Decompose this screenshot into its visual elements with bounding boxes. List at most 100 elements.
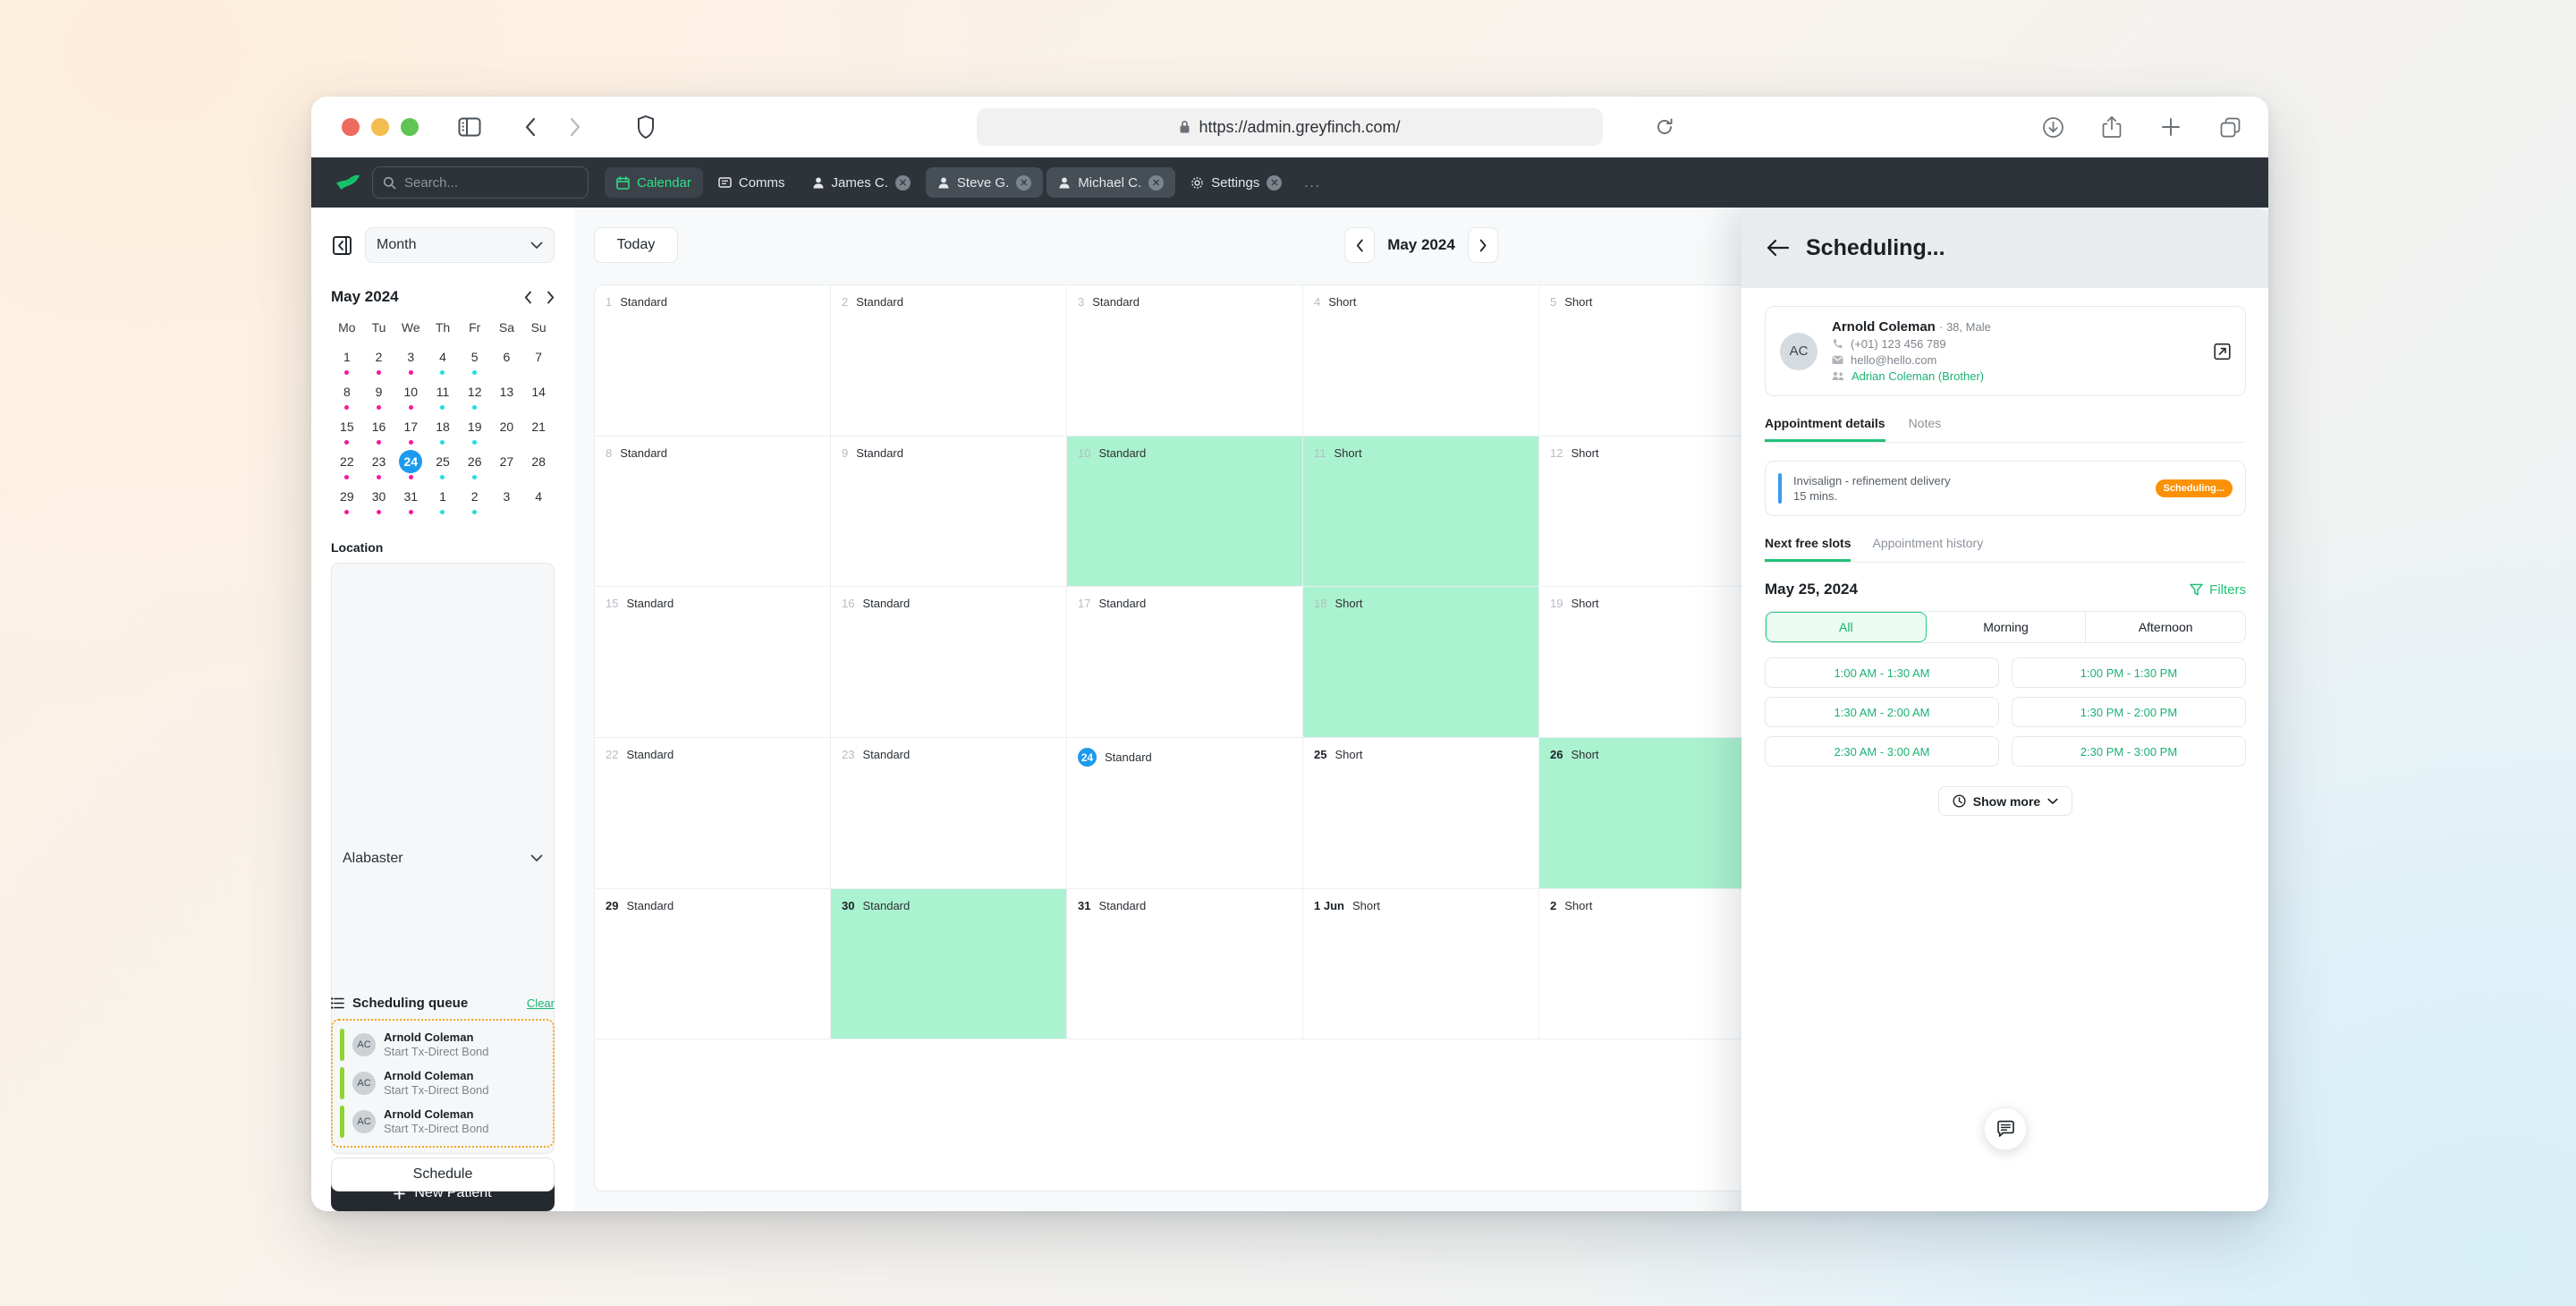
tab-overview-icon[interactable]: [2215, 112, 2245, 142]
segment-morning[interactable]: Morning: [1926, 612, 2087, 642]
segment-afternoon[interactable]: Afternoon: [2086, 612, 2245, 642]
scheduling-queue-item[interactable]: AC Arnold Coleman Start Tx-Direct Bond: [340, 1104, 546, 1140]
calendar-day-cell[interactable]: 26 Short: [1539, 738, 1775, 889]
nav-tab-comms[interactable]: Comms: [707, 167, 797, 198]
calendar-prev-month-button[interactable]: [1344, 227, 1376, 263]
calendar-day-cell[interactable]: 1 Standard: [595, 285, 831, 437]
mini-calendar-day[interactable]: 19: [459, 415, 491, 447]
search-input[interactable]: [404, 174, 578, 191]
calendar-day-cell[interactable]: 17 Standard: [1067, 587, 1303, 738]
nav-tab-settings[interactable]: Settings ✕: [1179, 167, 1293, 198]
today-button[interactable]: Today: [594, 227, 678, 263]
free-slot-button[interactable]: 1:30 PM - 2:00 PM: [2012, 697, 2246, 727]
mini-calendar-day[interactable]: 2: [363, 345, 395, 377]
minimize-window-button[interactable]: [371, 118, 389, 136]
mini-calendar-day[interactable]: 4: [427, 345, 459, 377]
calendar-day-cell[interactable]: 12 Short: [1539, 436, 1775, 588]
show-more-button[interactable]: Show more: [1937, 786, 2073, 816]
mini-calendar-day[interactable]: 27: [491, 450, 523, 482]
mini-calendar-day[interactable]: 31: [394, 485, 427, 517]
free-slot-button[interactable]: 1:00 PM - 1:30 PM: [2012, 657, 2246, 688]
back-icon[interactable]: [515, 112, 546, 142]
mini-calendar-day[interactable]: 9: [363, 380, 395, 412]
mini-calendar-day[interactable]: 6: [491, 345, 523, 377]
maximize-window-button[interactable]: [401, 118, 419, 136]
mini-calendar-day[interactable]: 3: [491, 485, 523, 517]
mini-calendar-day[interactable]: 11: [427, 380, 459, 412]
patient-relation-row[interactable]: Adrian Coleman (Brother): [1832, 369, 1991, 383]
mini-calendar-day[interactable]: 5: [459, 345, 491, 377]
shield-icon[interactable]: [637, 115, 655, 139]
calendar-day-cell[interactable]: 18 Short: [1303, 587, 1539, 738]
back-arrow-icon[interactable]: [1767, 239, 1790, 257]
share-icon[interactable]: [2097, 112, 2127, 142]
calendar-day-cell[interactable]: 10 Standard: [1067, 436, 1303, 588]
close-tab-icon[interactable]: ✕: [894, 174, 911, 191]
clear-queue-button[interactable]: Clear: [527, 996, 555, 1010]
mini-calendar-day[interactable]: 1: [331, 345, 363, 377]
address-bar[interactable]: https://admin.greyfinch.com/: [977, 108, 1603, 146]
close-tab-icon[interactable]: ✕: [1148, 174, 1165, 191]
tab-appointment-details[interactable]: Appointment details: [1765, 416, 1885, 442]
calendar-day-cell[interactable]: 2 Standard: [831, 285, 1067, 437]
free-slot-button[interactable]: 2:30 PM - 3:00 PM: [2012, 736, 2246, 767]
tab-next-free-slots[interactable]: Next free slots: [1765, 536, 1852, 562]
nav-tab-james-c[interactable]: James C. ✕: [801, 167, 922, 198]
queue-schedule-button[interactable]: Schedule: [331, 1158, 555, 1192]
calendar-day-cell[interactable]: 19 Short: [1539, 587, 1775, 738]
calendar-day-cell[interactable]: 29 Standard: [595, 888, 831, 1040]
mini-calendar-day[interactable]: 1: [427, 485, 459, 517]
calendar-day-cell[interactable]: 16 Standard: [831, 587, 1067, 738]
nav-tab-michael-c[interactable]: Michael C. ✕: [1046, 167, 1176, 198]
new-tab-icon[interactable]: [2156, 112, 2186, 142]
mini-calendar-day[interactable]: 21: [522, 415, 555, 447]
mini-calendar-day[interactable]: 2: [459, 485, 491, 517]
mini-calendar-day[interactable]: 7: [522, 345, 555, 377]
close-tab-icon[interactable]: ✕: [1016, 174, 1032, 191]
mini-calendar-day[interactable]: 8: [331, 380, 363, 412]
calendar-day-cell[interactable]: 3 Standard: [1067, 285, 1303, 437]
calendar-day-cell[interactable]: 23 Standard: [831, 738, 1067, 889]
chat-bubble-icon[interactable]: [1984, 1107, 2027, 1150]
mini-calendar-day[interactable]: 22: [331, 450, 363, 482]
free-slot-button[interactable]: 2:30 AM - 3:00 AM: [1765, 736, 1999, 767]
mini-calendar-day[interactable]: 16: [363, 415, 395, 447]
mini-calendar-day[interactable]: 23: [363, 450, 395, 482]
calendar-day-cell[interactable]: 24 Standard: [1067, 738, 1303, 889]
mini-calendar-day[interactable]: 14: [522, 380, 555, 412]
calendar-day-cell[interactable]: 9 Standard: [831, 436, 1067, 588]
calendar-day-cell[interactable]: 25 Short: [1303, 738, 1539, 889]
sidebar-toggle-icon[interactable]: [454, 112, 485, 142]
mini-calendar-day[interactable]: 18: [427, 415, 459, 447]
downloads-icon[interactable]: [2038, 112, 2068, 142]
reload-icon[interactable]: [1655, 117, 1674, 137]
mini-calendar-day[interactable]: 20: [491, 415, 523, 447]
view-select[interactable]: Month: [365, 227, 555, 263]
calendar-day-cell[interactable]: 8 Standard: [595, 436, 831, 588]
calendar-day-cell[interactable]: 22 Standard: [595, 738, 831, 889]
calendar-day-cell[interactable]: 1 Jun Short: [1303, 888, 1539, 1040]
mini-calendar-prev-icon[interactable]: [524, 291, 532, 304]
mini-calendar-day[interactable]: 25: [427, 450, 459, 482]
appointment-card[interactable]: Invisalign - refinement delivery 15 mins…: [1765, 461, 2246, 516]
mini-calendar-day[interactable]: 28: [522, 450, 555, 482]
tab-notes[interactable]: Notes: [1909, 416, 1942, 442]
calendar-day-cell[interactable]: 5 Short: [1539, 285, 1775, 437]
nav-tab-steve-g[interactable]: Steve G. ✕: [925, 167, 1044, 198]
tab-appointment-history[interactable]: Appointment history: [1872, 536, 1983, 562]
close-tab-icon[interactable]: ✕: [1267, 174, 1283, 191]
scheduling-queue-item[interactable]: AC Arnold Coleman Start Tx-Direct Bond: [340, 1065, 546, 1101]
free-slot-button[interactable]: 1:30 AM - 2:00 AM: [1765, 697, 1999, 727]
external-link-icon[interactable]: [2214, 343, 2231, 360]
window-controls[interactable]: [342, 118, 419, 136]
scheduling-queue-item[interactable]: AC Arnold Coleman Start Tx-Direct Bond: [340, 1027, 546, 1063]
mini-calendar-day[interactable]: 29: [331, 485, 363, 517]
calendar-next-month-button[interactable]: [1467, 227, 1498, 263]
calendar-day-cell[interactable]: 15 Standard: [595, 587, 831, 738]
mini-calendar-day[interactable]: 3: [394, 345, 427, 377]
nav-overflow-button[interactable]: ...: [1297, 167, 1328, 198]
segment-all[interactable]: All: [1766, 612, 1927, 642]
calendar-day-cell[interactable]: 30 Standard: [831, 888, 1067, 1040]
forward-icon[interactable]: [560, 112, 590, 142]
mini-calendar-day[interactable]: 10: [394, 380, 427, 412]
